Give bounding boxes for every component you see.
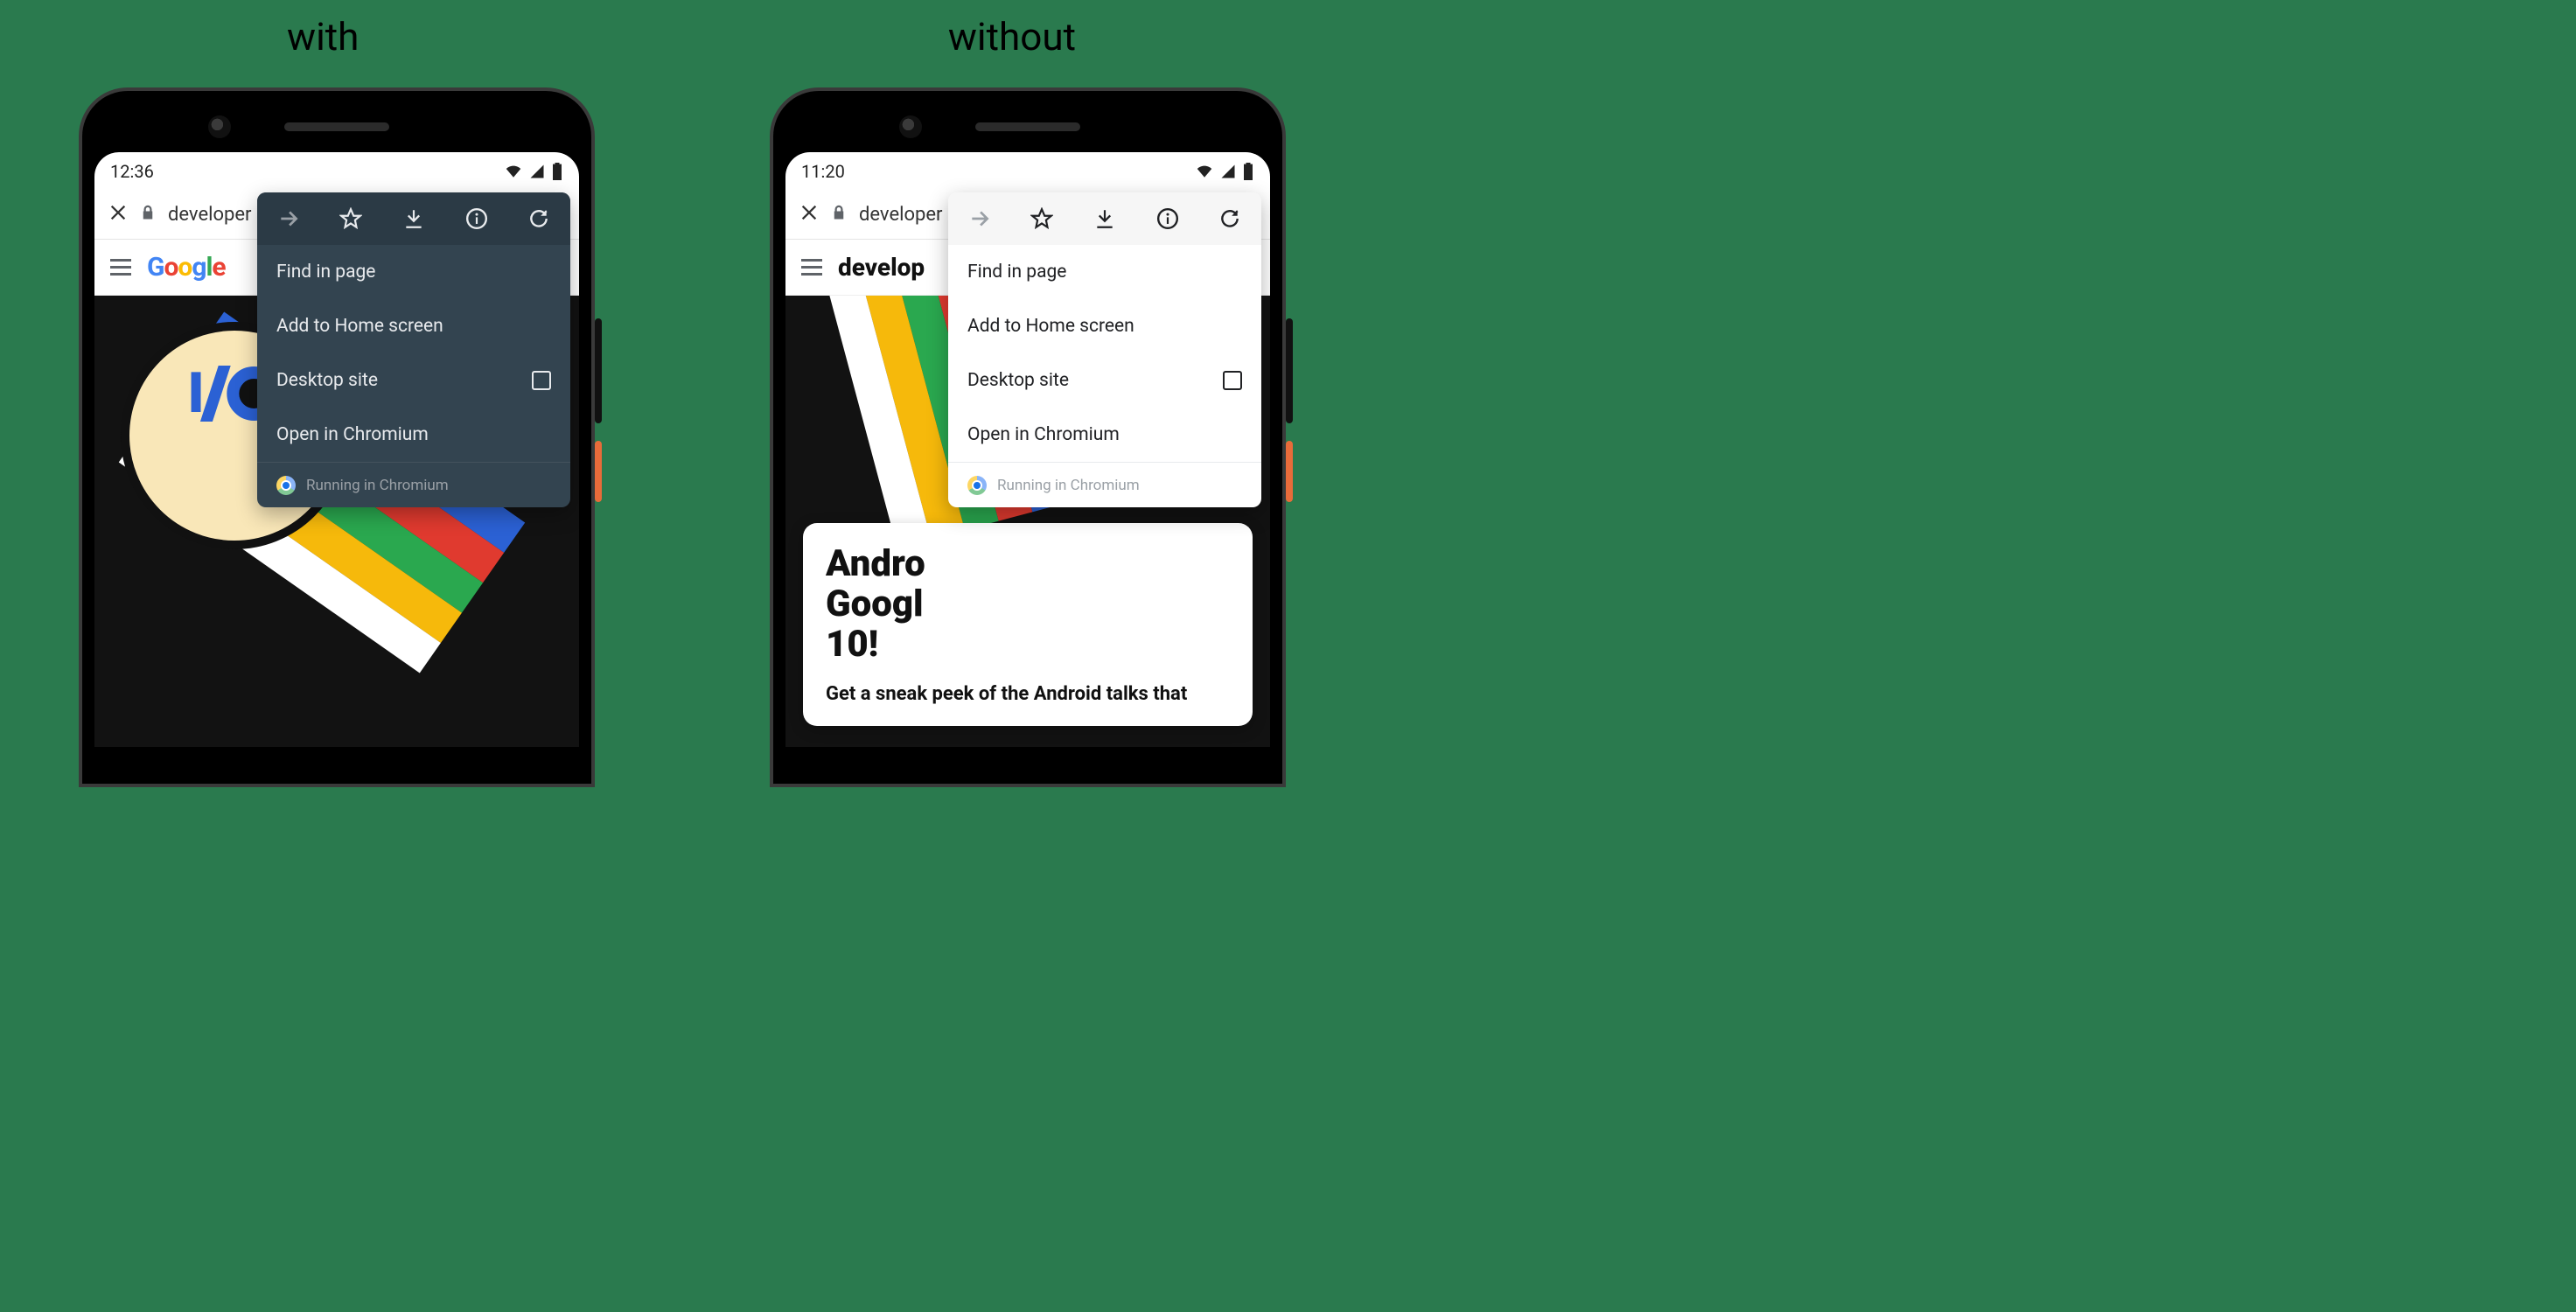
hero-title: Andro Googl 10! xyxy=(826,544,1230,666)
volume-button xyxy=(595,318,602,423)
lock-icon xyxy=(140,204,156,226)
power-button xyxy=(1286,441,1293,502)
earpiece-icon xyxy=(284,122,389,131)
front-camera-icon xyxy=(899,115,922,138)
menu-add-to-home[interactable]: Add to Home screen xyxy=(257,299,570,353)
screen: 12:36 developer xyxy=(94,152,579,747)
battery-icon xyxy=(1242,163,1254,180)
url-host[interactable]: developer xyxy=(168,204,252,226)
menu-desktop-site[interactable]: Desktop site xyxy=(948,353,1261,408)
phone-bezel xyxy=(785,103,1270,152)
screen: 11:20 developer xyxy=(785,152,1270,747)
menu-footer: Running in Chromium xyxy=(257,462,570,507)
clock: 12:36 xyxy=(110,161,154,182)
menu-footer: Running in Chromium xyxy=(948,462,1261,507)
download-icon[interactable] xyxy=(393,198,435,240)
wifi-icon xyxy=(1195,164,1214,179)
bookmark-icon[interactable] xyxy=(330,198,372,240)
info-icon[interactable] xyxy=(456,198,498,240)
lock-icon xyxy=(831,204,847,226)
forward-icon[interactable] xyxy=(959,198,1001,240)
info-icon[interactable] xyxy=(1147,198,1189,240)
menu-icon-row xyxy=(257,192,570,245)
power-button xyxy=(595,441,602,502)
menu-open-in-chromium[interactable]: Open in Chromium xyxy=(948,408,1261,462)
phone-bezel xyxy=(94,103,579,152)
close-icon[interactable] xyxy=(108,203,128,227)
desktop-site-checkbox[interactable] xyxy=(532,371,551,390)
earpiece-icon xyxy=(975,122,1080,131)
bookmark-icon[interactable] xyxy=(1021,198,1063,240)
url-host[interactable]: developer xyxy=(859,204,943,226)
refresh-icon[interactable] xyxy=(1209,198,1251,240)
refresh-icon[interactable] xyxy=(518,198,560,240)
phone-with: 12:36 developer xyxy=(79,87,595,787)
status-bar: 12:36 xyxy=(94,152,579,191)
volume-button xyxy=(1286,318,1293,423)
wifi-icon xyxy=(504,164,523,179)
cell-signal-icon xyxy=(528,164,546,179)
menu-add-to-home[interactable]: Add to Home screen xyxy=(948,299,1261,353)
chromium-icon xyxy=(276,476,296,495)
front-camera-icon xyxy=(208,115,231,138)
developers-logo: develop xyxy=(838,253,925,282)
overflow-menu-dark: Find in page Add to Home screen Desktop … xyxy=(257,192,570,507)
menu-icon-row xyxy=(948,192,1261,245)
forward-icon[interactable] xyxy=(268,198,310,240)
hero-subtitle: Get a sneak peek of the Android talks th… xyxy=(826,683,1230,705)
menu-icon[interactable] xyxy=(110,259,131,276)
desktop-site-checkbox[interactable] xyxy=(1223,371,1242,390)
menu-icon[interactable] xyxy=(801,259,822,276)
cell-signal-icon xyxy=(1219,164,1237,179)
menu-find-in-page[interactable]: Find in page xyxy=(948,245,1261,299)
caption-without: without xyxy=(948,14,1076,59)
menu-find-in-page[interactable]: Find in page xyxy=(257,245,570,299)
status-bar: 11:20 xyxy=(785,152,1270,191)
battery-icon xyxy=(551,163,563,180)
google-logo: Google xyxy=(147,252,226,283)
menu-open-in-chromium[interactable]: Open in Chromium xyxy=(257,408,570,462)
caption-with: with xyxy=(287,14,359,59)
download-icon[interactable] xyxy=(1084,198,1126,240)
overflow-menu-light: Find in page Add to Home screen Desktop … xyxy=(948,192,1261,507)
clock: 11:20 xyxy=(801,161,845,182)
hero-card: Andro Googl 10! Get a sneak peek of the … xyxy=(803,523,1253,726)
menu-desktop-site[interactable]: Desktop site xyxy=(257,353,570,408)
phone-without: 11:20 developer xyxy=(770,87,1286,787)
close-icon[interactable] xyxy=(799,203,819,227)
chromium-icon xyxy=(967,476,987,495)
